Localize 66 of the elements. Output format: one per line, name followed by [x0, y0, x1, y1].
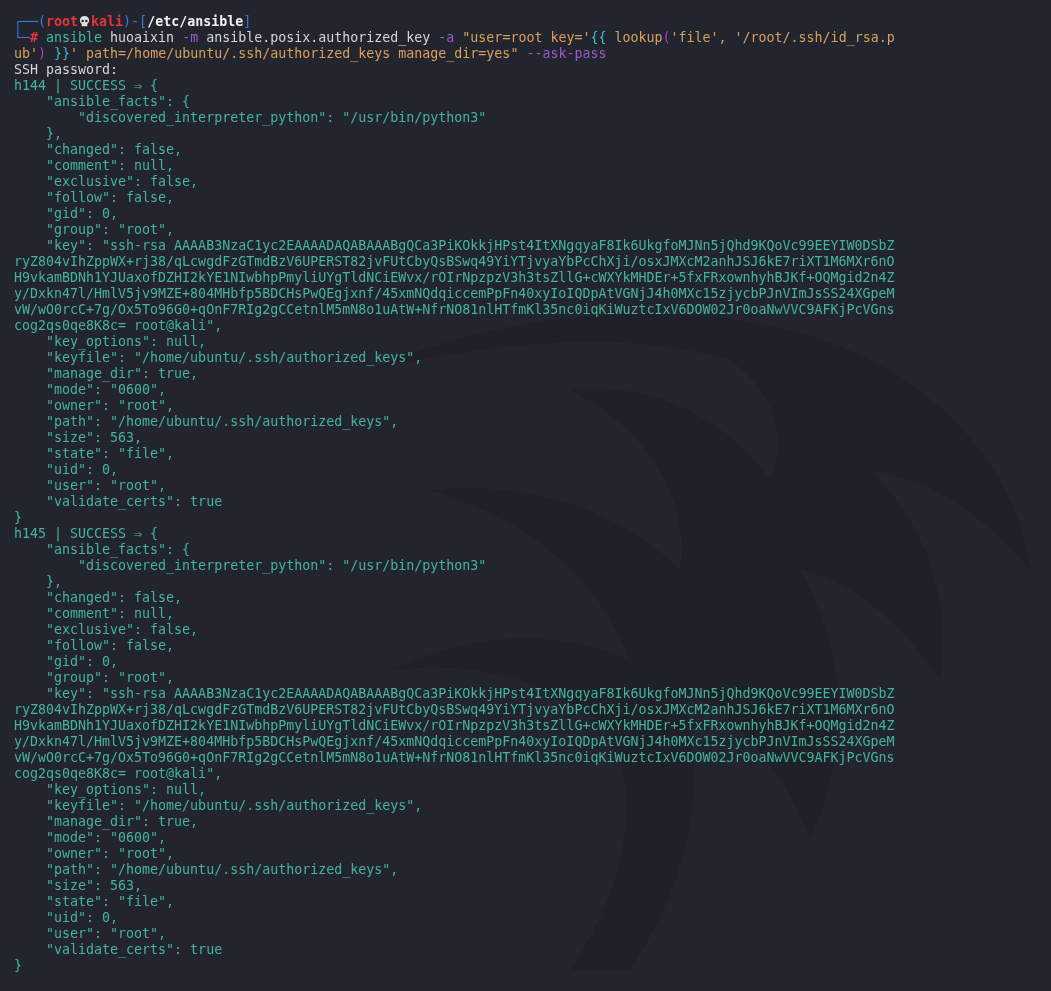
- terminal-line: "key_options": null,: [45, 782, 208, 798]
- terminal-line: ub') }}' path=/home/ubuntu/.ssh/authorized_keys manage_dir=yes" --ask-pass: [14, 46, 608, 62]
- terminal-line: H9vkamBDNh1YJUaxofDZHI2kYE1NIwbhpPmyliUYgTldNCiEWvx/rOIrNpzpzV3h3tsZllG+cWXYkMHDEr+5fxFRxownhyhBJKf+OQMgid2n4Z: [14, 718, 896, 734]
- terminal-line: "state": "file",: [45, 446, 176, 462]
- terminal-line: }: [14, 958, 23, 974]
- terminal-line: "manage_dir": true,: [45, 814, 200, 830]
- terminal-line: H9vkamBDNh1YJUaxofDZHI2kYE1NIwbhpPmyliUYgTldNCiEWvx/rOIrNpzpzV3h3tsZllG+cWXYkMHDEr+5fxFRxownhyhBJKf+OQMgid2n4Z: [14, 270, 896, 286]
- terminal-line: "user": "root",: [45, 926, 168, 942]
- terminal-line: h144 | SUCCESS ⇒ {: [14, 78, 160, 94]
- terminal-line: "owner": "root",: [45, 398, 176, 414]
- terminal-line: vW/wO0rcC+7g/Ox5To96G0+qOnF7RIg2gCCetnlM5mN8o1uAtW+NfrNO81nlHTfmKl35nc0iqKiWuztcIxV6DOW02Jr0oaNwVVC9AFKjPcVGns: [14, 750, 896, 766]
- prompt-text: /etc/ansible: [147, 14, 244, 29]
- terminal-line: ryZ804vIhZppWX+rj38/qLcwgdFzGTmdBzV6UPERST82jvFUtCbyQsBSwq49YiYTjvyaYbPcChXji/osxJMXcM2anhJSJ6kE7riXT1M6MXr6nO: [14, 254, 896, 270]
- skull-icon: [78, 15, 92, 28]
- terminal-line: "user": "root",: [45, 478, 168, 494]
- terminal-line: y/Dxkn47l/HmlV5jv9MZE+804MHbfp5BDCHsPwQEgjxnf/45xmNQdqiccemPpFn40xyIoIQDpAtVGNjJ4h0MXc15zjycbPJnVImJsSS24XGpeM: [14, 734, 896, 750]
- terminal-line: "exclusive": false,: [45, 622, 200, 638]
- terminal-line: "ansible_facts": {: [45, 542, 192, 558]
- prompt-text: )-[: [123, 14, 148, 29]
- terminal-line: vW/wO0rcC+7g/Ox5To96G0+qOnF7RIg2gCCetnlM5mN8o1uAtW+NfrNO81nlHTfmKl35nc0iqKiWuztcIxV6DOW02Jr0oaNwVVC9AFKjPcVGns: [14, 302, 896, 318]
- terminal-line: cog2qs0qe8K8c= root@kali",: [14, 318, 224, 334]
- terminal-line: "key": "ssh-rsa AAAAB3NzaC1yc2EAAAADAQABAAABgQCa3PiKOkkjHPst4ItXNgqyaF8Ik6UkgfoMJNn5jQhd9KQoVc99EEYIW0DSbZ: [45, 238, 896, 254]
- terminal-line: "ansible_facts": {: [45, 94, 192, 110]
- terminal-line: SSH password:: [14, 62, 120, 78]
- terminal-line: "uid": 0,: [45, 910, 120, 926]
- terminal-line: "path": "/home/ubuntu/.ssh/authorized_keys",: [45, 862, 400, 878]
- terminal-line: }: [14, 510, 23, 526]
- terminal-line: "changed": false,: [45, 590, 184, 606]
- terminal-line: "group": "root",: [45, 222, 176, 238]
- terminal-line: y/Dxkn47l/HmlV5jv9MZE+804MHbfp5BDCHsPwQEgjxnf/45xmNQdqiccemPpFn40xyIoIQDpAtVGNjJ4h0MXc15zjycbPJnVImJsSS24XGpeM: [14, 286, 896, 302]
- terminal-line: "manage_dir": true,: [45, 366, 200, 382]
- terminal-line: "validate_certs": true: [45, 942, 224, 958]
- prompt-text: kali: [91, 14, 124, 29]
- terminal-line: "gid": 0,: [45, 206, 120, 222]
- terminal-line: },: [45, 574, 64, 590]
- terminal-line: "key": "ssh-rsa AAAAB3NzaC1yc2EAAAADAQABAAABgQCa3PiKOkkjHPst4ItXNgqyaF8Ik6UkgfoMJNn5jQhd9KQoVc99EEYIW0DSbZ: [45, 686, 896, 702]
- terminal-line: "discovered_interpreter_python": "/usr/bin/python3": [77, 110, 488, 126]
- terminal-line: "exclusive": false,: [45, 174, 200, 190]
- terminal-line: "changed": false,: [45, 142, 184, 158]
- terminal-line: "follow": false,: [45, 190, 176, 206]
- terminal-line: "discovered_interpreter_python": "/usr/bin/python3": [77, 558, 488, 574]
- terminal-line: ryZ804vIhZppWX+rj38/qLcwgdFzGTmdBzV6UPERST82jvFUtCbyQsBSwq49YiYTjvyaYbPcChXji/osxJMXcM2anhJSJ6kE7riXT1M6MXr6nO: [14, 702, 896, 718]
- terminal-line: "keyfile": "/home/ubuntu/.ssh/authorized_keys",: [45, 350, 424, 366]
- terminal-line: "key_options": null,: [45, 334, 208, 350]
- terminal-line: "mode": "0600",: [45, 830, 168, 846]
- prompt-text: root: [46, 14, 79, 29]
- terminal-line: },: [45, 126, 64, 142]
- terminal-line: "keyfile": "/home/ubuntu/.ssh/authorized_keys",: [45, 798, 424, 814]
- terminal-line: "mode": "0600",: [45, 382, 168, 398]
- terminal-line: "uid": 0,: [45, 462, 120, 478]
- terminal-line: "size": 563,: [45, 430, 144, 446]
- terminal-line: "size": 563,: [45, 878, 144, 894]
- prompt-text: ]: [243, 14, 252, 29]
- terminal-line: "state": "file",: [45, 894, 176, 910]
- terminal-line: h145 | SUCCESS ⇒ {: [14, 526, 160, 542]
- terminal-line: "follow": false,: [45, 638, 176, 654]
- terminal-line: └─# ansible huoaixin -m ansible.posix.authorized_key -a "user=root key='{{ lookup('file', '/root/.ssh/id_rsa.p: [14, 30, 896, 46]
- terminal-line: "owner": "root",: [45, 846, 176, 862]
- terminal-line: "validate_certs": true: [45, 494, 224, 510]
- terminal-line: "gid": 0,: [45, 654, 120, 670]
- terminal-line: "group": "root",: [45, 670, 176, 686]
- terminal-line: cog2qs0qe8K8c= root@kali",: [14, 766, 224, 782]
- prompt-text: ┌──(: [14, 14, 47, 29]
- terminal-line: "comment": null,: [45, 606, 176, 622]
- terminal-line: "comment": null,: [45, 158, 176, 174]
- terminal-line: "path": "/home/ubuntu/.ssh/authorized_keys",: [45, 414, 400, 430]
